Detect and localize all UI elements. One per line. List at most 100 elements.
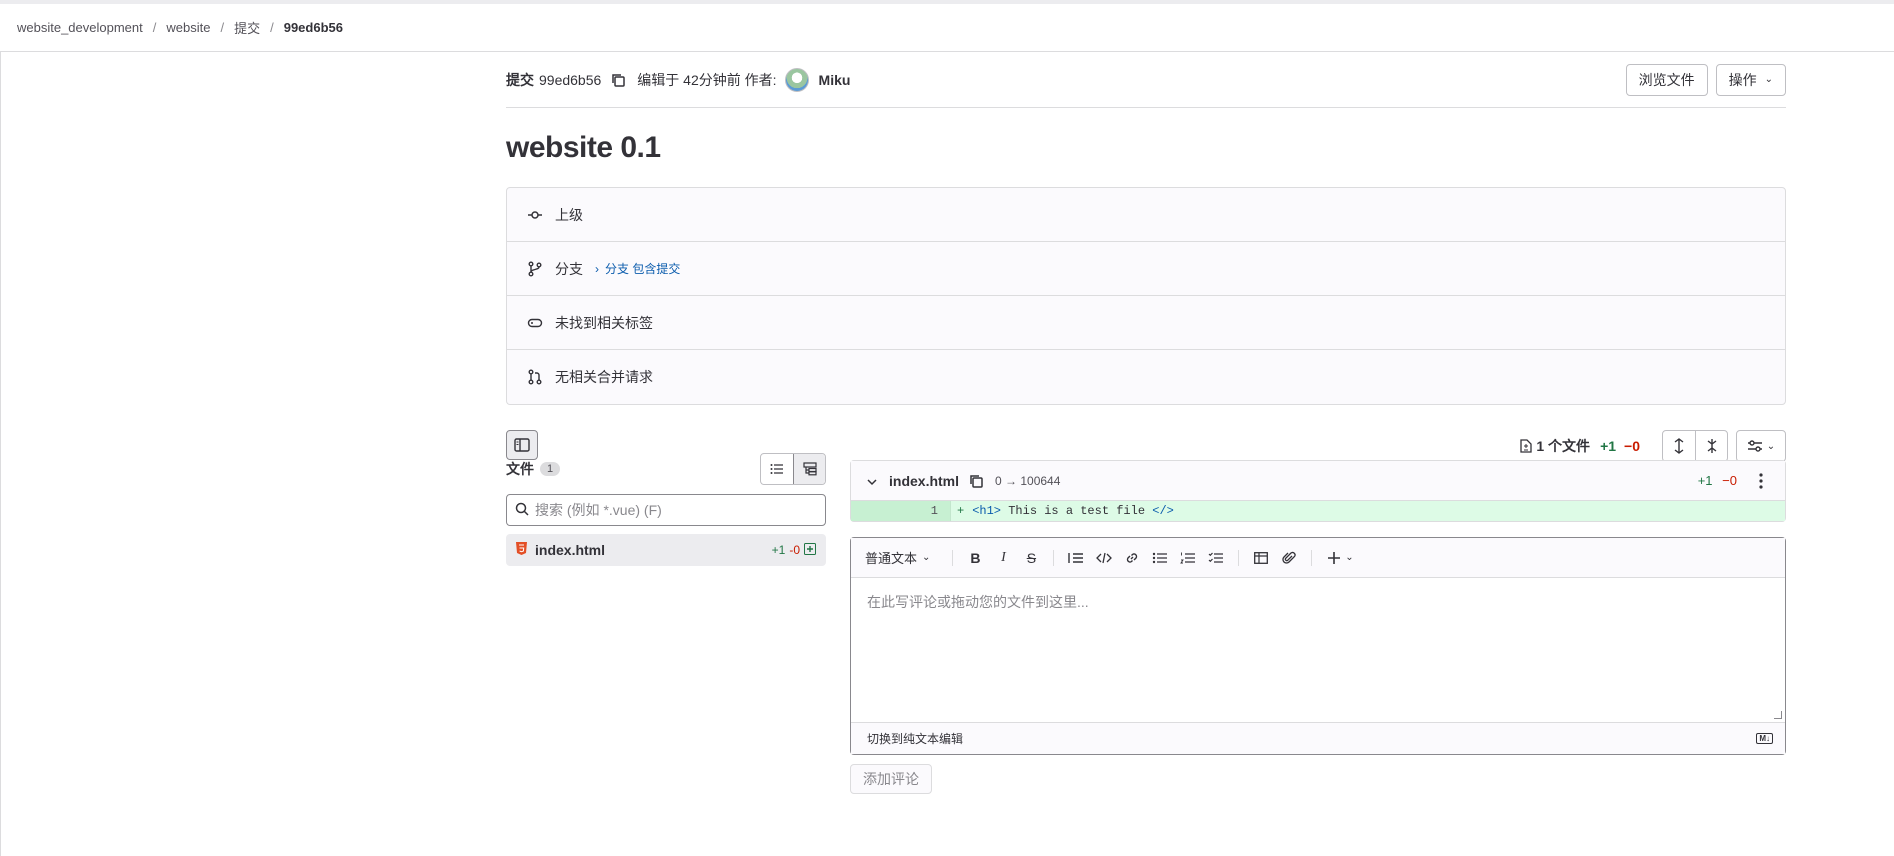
diff-file-stats: +1 −0 xyxy=(1698,473,1737,488)
lines-removed: −0 xyxy=(1624,438,1640,454)
copy-sha-icon[interactable] xyxy=(609,71,627,89)
branch-contains-link[interactable]: › 分支 包含提交 xyxy=(595,260,680,277)
actions-label: 操作 xyxy=(1728,71,1757,88)
commit-author[interactable]: Miku xyxy=(819,72,851,88)
strikethrough-icon[interactable]: S xyxy=(1017,544,1045,572)
link-icon[interactable] xyxy=(1118,544,1146,572)
comment-textarea[interactable]: 在此写评论或拖动您的文件到这里... xyxy=(851,578,1785,722)
breadcrumb-separator: / xyxy=(270,20,274,35)
diff-line-number[interactable]: 1 xyxy=(851,501,951,521)
browse-files-button[interactable]: 浏览文件 xyxy=(1625,63,1708,96)
file-list-item-stats: +1 -0 xyxy=(772,542,816,558)
numbered-list-icon[interactable] xyxy=(1174,544,1202,572)
diff-file-mode: 0 → 100644 xyxy=(995,473,1061,488)
lines-added: +1 xyxy=(1600,438,1617,454)
expand-collapse-group xyxy=(1662,430,1728,462)
toolbar-divider xyxy=(1053,549,1055,566)
actions-dropdown-button[interactable]: 操作 ⌄ xyxy=(1715,63,1786,96)
diff-file-name[interactable]: index.html xyxy=(889,473,959,489)
plus-icon xyxy=(1328,551,1341,564)
bold-icon[interactable]: B xyxy=(961,544,989,572)
file-search-box xyxy=(506,494,826,526)
chevron-down-icon: ⌄ xyxy=(1345,552,1354,563)
add-comment-button[interactable]: 添加评论 xyxy=(850,764,932,794)
attachment-icon[interactable] xyxy=(1275,544,1303,572)
merge-request-icon xyxy=(527,369,543,385)
commit-sha: 99ed6b56 xyxy=(539,71,602,88)
diff-file-added: +1 xyxy=(1697,473,1713,488)
editor-toolbar: 普通文本 ⌄ B I S ⌄ xyxy=(851,538,1785,578)
file-browser: 文件 1 index.html +1 - xyxy=(506,452,826,566)
info-mr-label: 无相关合并请求 xyxy=(555,369,653,385)
breadcrumb-separator: / xyxy=(152,20,157,35)
diff-line-prefix: + xyxy=(957,504,965,518)
file-removed: -0 xyxy=(789,543,800,557)
breadcrumb-commits[interactable]: 提交 xyxy=(234,18,260,37)
commit-title: website 0.1 xyxy=(506,131,661,164)
expand-all-button[interactable] xyxy=(1663,431,1695,461)
diff-file: index.html 0 → 100644 +1 −0 1 + <h1> This… xyxy=(850,460,1786,522)
switch-plain-text-link[interactable]: 切换到纯文本编辑 xyxy=(867,730,963,747)
list-view-button[interactable] xyxy=(761,454,793,484)
editor-footer: 切换到纯文本编辑 M↓ xyxy=(851,722,1785,754)
commit-header: 提交 99ed6b56 编辑于 42分钟前 作者: Miku 浏览文件 操作 ⌄ xyxy=(506,52,1786,108)
diff-line-code: + <h1> This is a test file </> xyxy=(951,504,1174,518)
diff-file-removed: −0 xyxy=(1722,473,1737,488)
left-border xyxy=(0,52,1,856)
breadcrumb-repo[interactable]: website xyxy=(166,20,210,35)
chevron-down-icon: ⌄ xyxy=(1764,74,1773,85)
chevron-right-icon: › xyxy=(595,261,599,276)
file-search-input[interactable] xyxy=(535,502,795,518)
diff-line-text: This is a test file xyxy=(1001,504,1153,518)
search-icon xyxy=(515,502,529,519)
file-count: 1 个文件 xyxy=(1520,436,1590,456)
toolbar-divider xyxy=(1238,549,1240,566)
commit-icon xyxy=(527,207,543,223)
text-style-label: 普通文本 xyxy=(865,551,918,566)
markdown-icon: M↓ xyxy=(1756,733,1773,744)
file-tree-icon xyxy=(802,462,817,476)
table-icon[interactable] xyxy=(1247,544,1275,572)
quote-icon[interactable] xyxy=(1062,544,1090,572)
diff-file-header: index.html 0 → 100644 +1 −0 xyxy=(851,461,1785,501)
breadcrumb-project[interactable]: website_development xyxy=(17,20,143,35)
tag-icon xyxy=(527,315,543,331)
avatar[interactable] xyxy=(784,67,809,92)
text-style-dropdown[interactable]: 普通文本 ⌄ xyxy=(865,548,930,567)
toolbar-divider xyxy=(1311,549,1313,566)
diff-line[interactable]: 1 + <h1> This is a test file </> xyxy=(851,501,1785,521)
kebab-menu-icon[interactable] xyxy=(1751,472,1771,489)
collapse-icon xyxy=(1707,439,1716,453)
task-list-icon[interactable] xyxy=(1202,544,1230,572)
insert-more-button[interactable]: ⌄ xyxy=(1320,544,1360,572)
info-row-branch: 分支 › 分支 包含提交 xyxy=(507,242,1785,296)
comment-placeholder: 在此写评论或拖动您的文件到这里... xyxy=(867,594,1089,610)
file-added-icon xyxy=(804,542,816,558)
info-row-parent: 上级 xyxy=(507,188,1785,242)
expand-icon xyxy=(1674,438,1684,454)
diff-close-tag: </> xyxy=(1152,504,1174,518)
code-icon[interactable] xyxy=(1090,544,1118,572)
chevron-down-icon[interactable] xyxy=(867,473,877,489)
bullet-list-icon[interactable] xyxy=(1146,544,1174,572)
copy-path-icon[interactable] xyxy=(967,472,985,490)
breadcrumb-current[interactable]: 99ed6b56 xyxy=(284,20,343,35)
file-list-item[interactable]: index.html +1 -0 xyxy=(506,534,826,566)
italic-icon[interactable]: I xyxy=(989,544,1017,572)
info-row-tags: 未找到相关标签 xyxy=(507,296,1785,350)
tree-view-button[interactable] xyxy=(793,454,825,484)
commit-label: 提交 xyxy=(506,71,534,88)
diff-open-tag: <h1> xyxy=(972,504,1002,518)
commit-page: 提交 99ed6b56 编辑于 42分钟前 作者: Miku 浏览文件 操作 ⌄… xyxy=(506,52,1786,794)
info-branch-label: 分支 xyxy=(555,260,583,277)
files-header: 文件 1 xyxy=(506,452,826,486)
branch-contains-text: 分支 包含提交 xyxy=(605,262,681,276)
file-list-item-name: index.html xyxy=(535,542,606,558)
resize-handle[interactable] xyxy=(1774,711,1782,719)
collapse-all-button[interactable] xyxy=(1695,431,1727,461)
diff-settings-button[interactable]: ⌄ xyxy=(1736,430,1786,462)
toolbar-divider xyxy=(952,549,954,566)
html5-file-icon xyxy=(516,542,527,558)
chevron-down-icon: ⌄ xyxy=(922,552,931,563)
files-count-badge: 1 xyxy=(540,462,561,476)
